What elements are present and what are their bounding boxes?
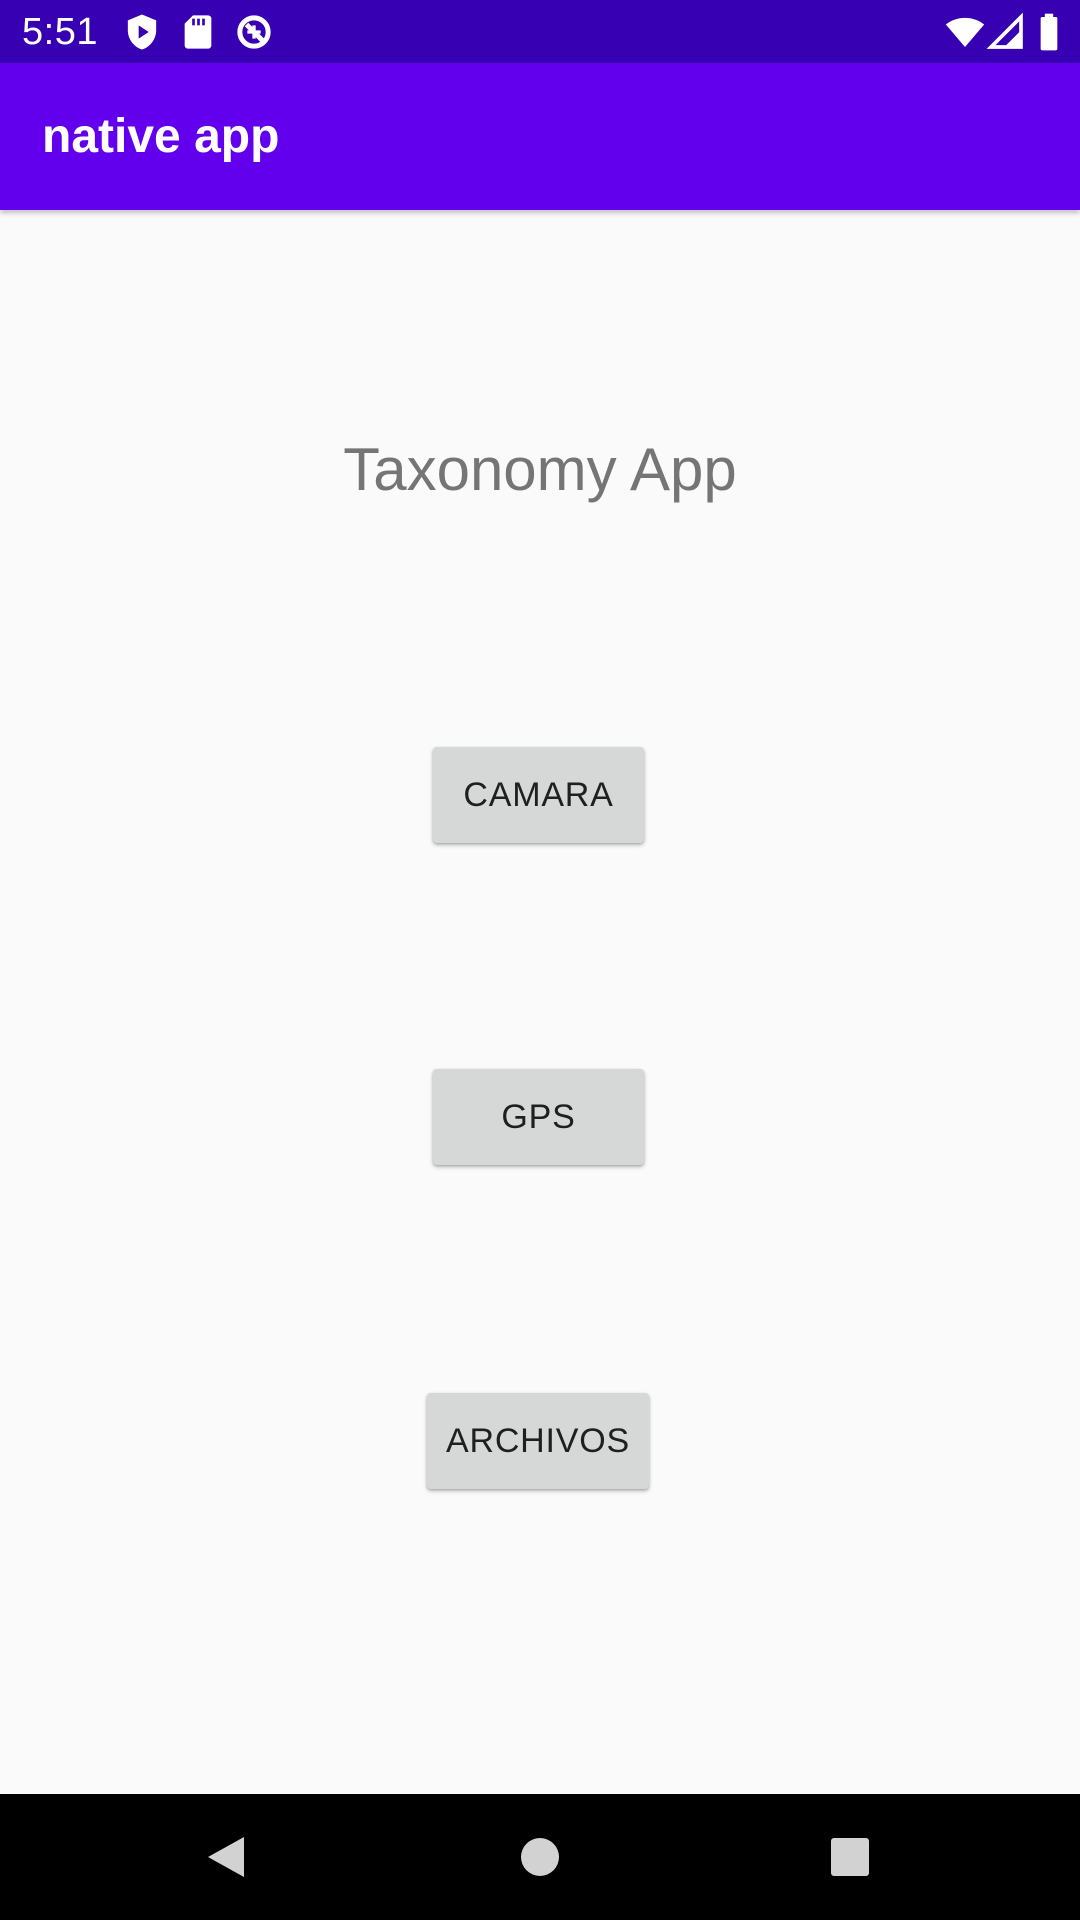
main-content: Taxonomy App CAMARA GPS ARCHIVOS <box>0 210 1080 1794</box>
app-title: native app <box>42 110 280 163</box>
back-icon[interactable] <box>196 1827 256 1887</box>
screen: 5:51 native app Taxonomy App CAMARA GPS … <box>0 0 1080 1920</box>
navigation-bar <box>0 1794 1080 1920</box>
battery-icon <box>1036 12 1062 52</box>
home-icon[interactable] <box>510 1827 570 1887</box>
status-bar: 5:51 <box>0 0 1080 63</box>
page-heading: Taxonomy App <box>343 436 737 503</box>
camara-button[interactable]: CAMARA <box>433 747 644 843</box>
wifi-icon <box>944 12 986 52</box>
gps-button[interactable]: GPS <box>433 1069 644 1165</box>
app-bar: native app <box>0 63 1080 210</box>
signal-icon <box>986 12 1026 52</box>
shield-play-icon <box>122 12 162 52</box>
status-time: 5:51 <box>22 11 98 53</box>
archivos-button[interactable]: ARCHIVOS <box>427 1393 649 1489</box>
sd-card-icon <box>178 12 218 52</box>
data-saver-icon <box>234 12 274 52</box>
recents-icon[interactable] <box>820 1827 880 1887</box>
